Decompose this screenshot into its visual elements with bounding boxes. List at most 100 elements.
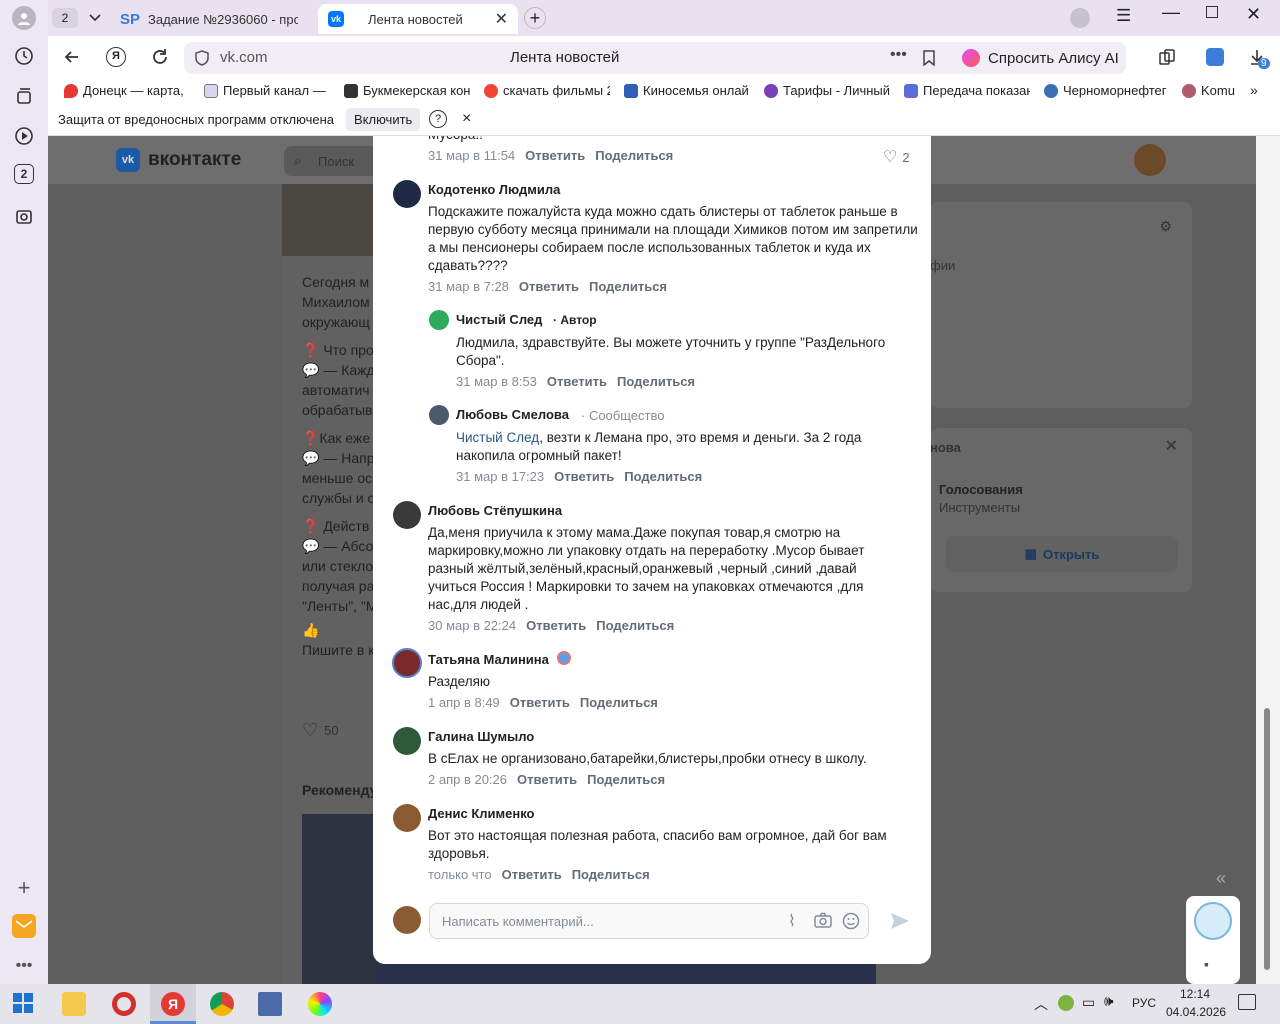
reply-link[interactable]: Ответить [502, 867, 562, 882]
file-explorer-icon[interactable] [62, 992, 86, 1016]
reply-link[interactable]: Ответить [526, 618, 586, 633]
translate-icon[interactable] [1206, 48, 1224, 66]
yandex-icon[interactable]: Я [106, 47, 126, 67]
back-icon[interactable] [62, 47, 82, 70]
share-link[interactable]: Поделиться [580, 695, 658, 710]
share-link[interactable]: Поделиться [589, 279, 667, 294]
bookmark-icon[interactable] [922, 50, 936, 69]
tray-device-icon[interactable]: ▭ [1082, 994, 1095, 1011]
ask-alice-button[interactable]: Спросить Алису AI [954, 42, 1126, 74]
profile-avatar-icon[interactable] [12, 6, 36, 30]
bookmark-item[interactable]: скачать фильмы 2 [484, 83, 610, 98]
camera-icon[interactable] [814, 912, 832, 931]
reply-link[interactable]: Ответить [554, 469, 614, 484]
add-panel-icon[interactable]: + [12, 875, 36, 900]
more-icon[interactable]: ••• [12, 954, 36, 978]
paint-icon[interactable] [258, 992, 282, 1016]
tab-vk-feed[interactable]: vk Лента новостей ✕ [318, 4, 518, 34]
bookmark-item[interactable]: Komu [1182, 83, 1242, 98]
restore-icon[interactable] [1206, 6, 1218, 18]
reload-icon[interactable] [150, 47, 170, 70]
share-link[interactable]: Поделиться [617, 374, 695, 389]
share-link[interactable]: Поделиться [624, 469, 702, 484]
collapse-icon[interactable]: « [1216, 868, 1226, 889]
reply-link[interactable]: Ответить [510, 695, 570, 710]
collections-icon[interactable] [12, 84, 36, 108]
avatar[interactable] [393, 501, 421, 529]
clock-date[interactable]: 04.04.2026 [1166, 1005, 1226, 1019]
share-link[interactable]: Поделиться [595, 148, 673, 163]
close-protection-icon[interactable]: × [462, 110, 471, 128]
menu-icon[interactable]: ☰ [1116, 6, 1131, 26]
page-scrollbar[interactable] [1256, 136, 1280, 984]
avatar[interactable] [393, 180, 421, 208]
share-link[interactable]: Поделиться [596, 618, 674, 633]
comment-author[interactable]: Любовь Стёпушкина [428, 503, 562, 518]
enable-protection-button[interactable]: Включить [346, 108, 421, 131]
clock-time[interactable]: 12:14 [1180, 987, 1210, 1001]
avatar[interactable] [393, 804, 421, 832]
opera-icon[interactable] [112, 992, 136, 1016]
comment-author[interactable]: Любовь Смелова [456, 407, 569, 422]
screenshot-icon[interactable] [12, 204, 36, 228]
reply-link[interactable]: Ответить [517, 772, 577, 787]
play-icon[interactable] [12, 124, 36, 148]
bookmark-item[interactable]: Букмекерская кон [344, 83, 470, 98]
comment-author[interactable]: Денис Клименко [428, 806, 535, 821]
attach-icon[interactable]: ⌇ [788, 911, 796, 931]
reply-link[interactable]: Ответить [547, 374, 607, 389]
tabs-count-icon[interactable]: 2 [14, 164, 34, 184]
language-indicator[interactable]: РУС [1132, 996, 1156, 1010]
open-button[interactable]: ▦ Открыть [946, 536, 1178, 572]
bookmark-item[interactable]: Донецк — карта, с [64, 83, 188, 98]
comment-input[interactable]: Написать комментарий... ⌇ [429, 903, 869, 939]
bookmark-item[interactable]: Передача показан [904, 83, 1030, 98]
user-avatar[interactable] [1134, 144, 1166, 176]
minimize-icon[interactable]: — [1162, 2, 1180, 23]
avatar[interactable] [429, 310, 449, 330]
bookmark-item[interactable]: Киносемья онлай [624, 83, 750, 98]
close-tab-icon[interactable]: ✕ [495, 9, 508, 29]
emoji-icon[interactable] [842, 912, 860, 933]
scrollbar-thumb[interactable] [1264, 708, 1270, 970]
filter-icon[interactable]: ⚙ [1159, 218, 1172, 235]
share-link[interactable]: Поделиться [572, 867, 650, 882]
comment-author[interactable]: Галина Шумыло [428, 729, 534, 744]
close-window-icon[interactable]: ✕ [1246, 4, 1261, 25]
start-icon[interactable] [12, 992, 36, 1016]
comment-author[interactable]: Татьяна Малинина [428, 652, 549, 667]
tray-app-icon[interactable] [1058, 995, 1074, 1011]
account-icon[interactable] [1070, 8, 1090, 28]
tray-expand-icon[interactable]: ︿ [1034, 994, 1048, 1014]
url-bar[interactable]: vk.com Лента новостей ••• [184, 42, 996, 74]
comment-author[interactable]: Чистый След [456, 312, 542, 327]
tab-count-badge[interactable]: 2 [52, 8, 78, 28]
avatar[interactable] [393, 727, 421, 755]
share-link[interactable]: Поделиться [587, 772, 665, 787]
yandex-browser-taskbar[interactable]: Я [150, 984, 196, 1024]
bookmark-item[interactable]: Первый канал — с [204, 83, 328, 98]
color-app-icon[interactable] [308, 992, 332, 1016]
post-likes[interactable]: ♡ 50 [302, 720, 339, 741]
downloads-icon[interactable]: 9 [1248, 48, 1270, 69]
volume-icon[interactable]: 🕪 [1104, 993, 1113, 1010]
tabs-dropdown-icon[interactable] [82, 8, 108, 28]
like-button[interactable]: ♡ 2 [883, 147, 910, 167]
bookmark-item[interactable]: Тарифы - Личный [764, 83, 890, 98]
bookmark-item[interactable]: Черноморнефтег [1044, 83, 1168, 98]
tab-task[interactable]: SP Задание №2936060 - про [120, 4, 312, 34]
avatar[interactable] [429, 405, 449, 425]
help-icon[interactable]: ? [429, 110, 447, 128]
mention-link[interactable]: Чистый След [456, 430, 539, 445]
more-options-icon[interactable]: ••• [890, 46, 907, 64]
comment-author[interactable]: Кодотенко Людмила [428, 182, 560, 197]
close-widget-icon[interactable]: ✕ [1165, 436, 1178, 456]
reply-link[interactable]: Ответить [519, 279, 579, 294]
security-shield-icon[interactable] [194, 50, 210, 69]
vk-logo-icon[interactable]: vk [116, 148, 140, 172]
avatar[interactable] [392, 648, 422, 678]
new-tab-icon[interactable]: + [524, 7, 546, 29]
bookmarks-more-icon[interactable]: » [1250, 82, 1258, 98]
reply-link[interactable]: Ответить [525, 148, 585, 163]
notifications-icon[interactable] [1238, 994, 1256, 1010]
